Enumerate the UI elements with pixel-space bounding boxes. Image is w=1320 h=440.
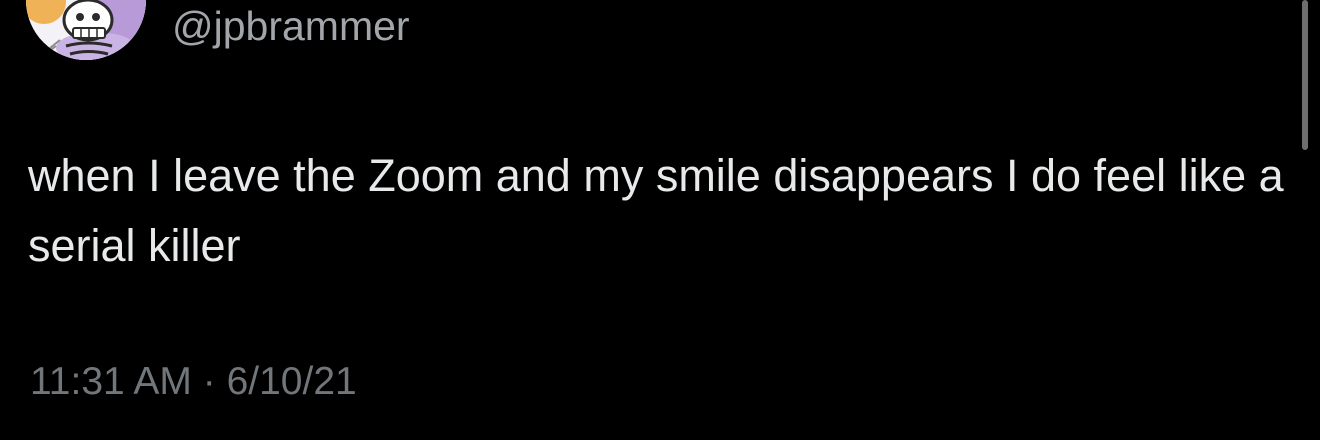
tweet-text: when I leave the Zoom and my smile disap…	[28, 150, 1284, 271]
timestamp-separator: ·	[202, 360, 216, 403]
tweet-timestamp[interactable]: 11:31 AM · 6/10/21	[30, 360, 357, 404]
scrollbar[interactable]	[1302, 0, 1308, 150]
skeleton-avatar-icon	[26, 0, 146, 60]
tweet-time: 11:31 AM	[30, 360, 192, 403]
avatar[interactable]	[26, 0, 146, 60]
author-handle[interactable]: @jpbrammer	[172, 4, 410, 48]
tweet-date: 6/10/21	[226, 360, 357, 403]
